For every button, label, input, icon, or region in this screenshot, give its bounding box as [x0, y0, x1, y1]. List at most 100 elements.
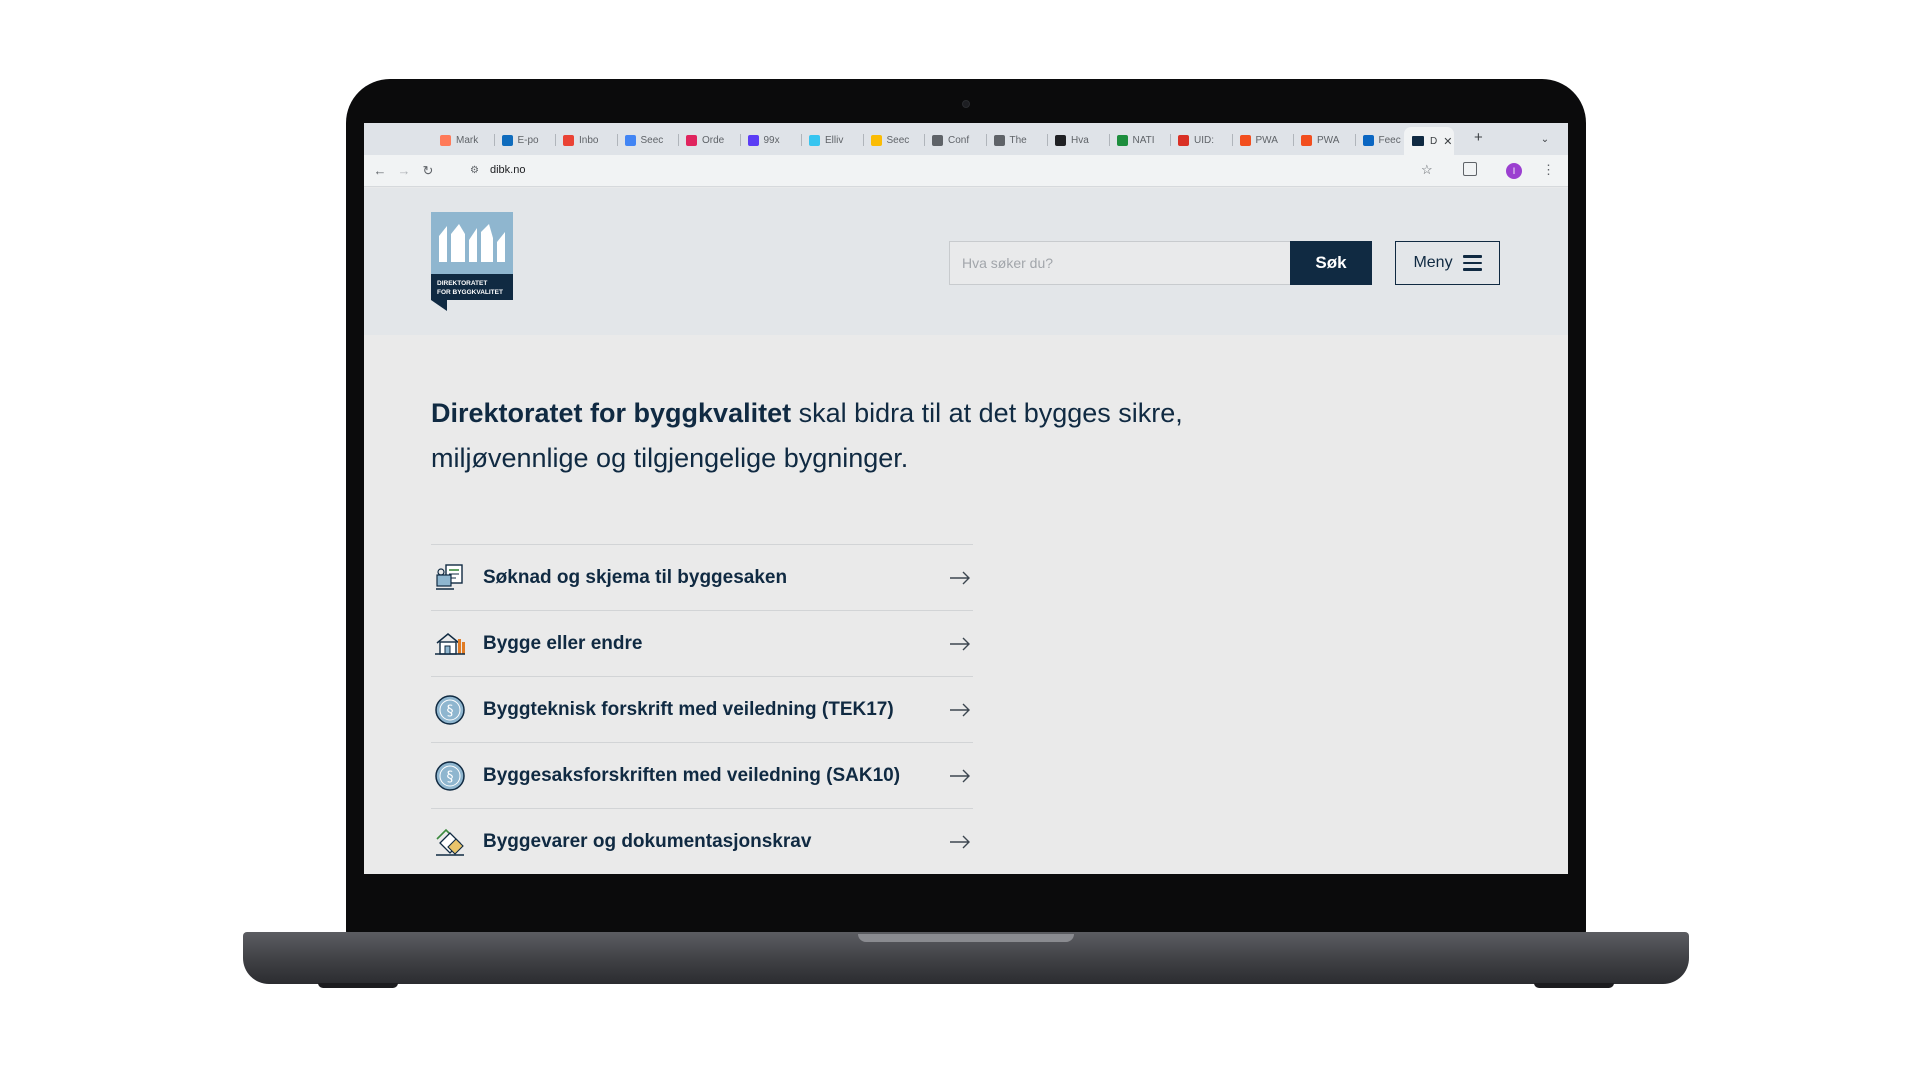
tab-title: Seec	[886, 134, 910, 146]
tab-title: Conf	[948, 134, 970, 146]
dibk-logo[interactable]: DIREKTORATET FOR BYGGKVALITET	[431, 212, 513, 311]
tab-separator	[1047, 134, 1048, 146]
search-button[interactable]: Søk	[1290, 241, 1372, 285]
browser-tab[interactable]: 99x	[747, 131, 796, 149]
arrow-right-icon	[950, 703, 970, 716]
browser-toolbar: ← → ↻ ⚙ dibk.no ☆ I ⋮	[364, 155, 1568, 187]
tab-title: E-po	[517, 134, 539, 146]
laptop-foot-left	[318, 983, 398, 988]
menu-button[interactable]: Meny	[1395, 241, 1500, 285]
tab-search-icon[interactable]: ⌄	[1536, 131, 1554, 149]
site-info-icon[interactable]: ⚙	[470, 165, 479, 176]
svg-text:§: §	[447, 703, 454, 719]
intro-strong: Direktoratet for byggkvalitet	[431, 398, 792, 428]
link-label: Byggteknisk forskrift med veiledning (TE…	[483, 698, 894, 720]
browser-tab[interactable]: NATI	[1116, 131, 1165, 149]
screen: Mark E-po Inbo Seec Orde 99x Elliv Seec Conf The H…	[364, 123, 1568, 874]
browser-tab[interactable]: Orde	[686, 131, 734, 149]
browser-tab[interactable]: The	[993, 131, 1042, 149]
menu-button-label: Meny	[1413, 254, 1453, 271]
arrow-right-icon	[950, 637, 970, 650]
svg-text:§: §	[447, 769, 454, 785]
browser-tab[interactable]: E-po	[501, 131, 550, 149]
dibk-favicon	[1412, 136, 1424, 146]
browser-tab[interactable]: PWA	[1239, 131, 1288, 149]
tab-favicon	[932, 134, 943, 146]
web-page: DIREKTORATET FOR BYGGKVALITET Søk Meny D…	[364, 188, 1568, 874]
link-byggevarer[interactable]: Byggevarer og dokumentasjonskrav	[431, 808, 973, 874]
quick-links: Søknad og skjema til byggesaken Bygge el…	[431, 544, 973, 874]
tab-separator	[1354, 134, 1356, 146]
tab-separator	[924, 134, 925, 146]
browser-tab[interactable]: Seec	[870, 131, 919, 149]
link-label: Byggevarer og dokumentasjonskrav	[483, 830, 812, 852]
forward-icon[interactable]: →	[396, 163, 412, 179]
browser-tab[interactable]: Mark	[440, 131, 488, 149]
back-icon[interactable]: ←	[372, 163, 388, 179]
tab-title: 99x	[763, 134, 780, 146]
tab-favicon	[870, 134, 882, 146]
browser-tab[interactable]: Elliv	[809, 131, 857, 149]
extensions-icon[interactable]	[1463, 162, 1477, 176]
reload-icon[interactable]: ↻	[420, 163, 436, 179]
tab-favicon	[440, 134, 451, 146]
tab-favicon	[1301, 134, 1312, 146]
tab-title: NATI	[1132, 134, 1155, 146]
browser-menu-icon[interactable]: ⋮	[1542, 162, 1555, 178]
tab-title: PWA	[1317, 134, 1340, 146]
browser-tab[interactable]: Inbo	[563, 131, 611, 149]
site-header: DIREKTORATET FOR BYGGKVALITET Søk Meny	[364, 188, 1568, 335]
tab-title: Mark	[456, 134, 479, 146]
browser-tab[interactable]: UID:	[1178, 131, 1226, 149]
tab-title: Feec	[1378, 134, 1401, 146]
tab-separator	[678, 134, 679, 146]
tab-separator	[1108, 134, 1110, 146]
browser-tab[interactable]: Hva	[1055, 131, 1103, 149]
link-label: Byggesaksforskriften med veiledning (SAK…	[483, 764, 901, 786]
tab-separator	[862, 134, 864, 146]
active-tab[interactable]: D ✕	[1404, 127, 1454, 155]
tab-separator	[555, 134, 556, 146]
house-icon	[433, 627, 467, 661]
active-tab-title: D	[1430, 135, 1438, 147]
tab-title: PWA	[1255, 134, 1278, 146]
paragraph-icon: §	[433, 759, 467, 793]
browser-tab[interactable]: PWA	[1301, 131, 1349, 149]
link-label: Bygge eller endre	[483, 632, 643, 654]
tab-separator	[739, 134, 741, 146]
tab-title: Orde	[702, 134, 725, 146]
laptop-base-notch	[858, 934, 1074, 942]
link-bygge[interactable]: Bygge eller endre	[431, 610, 973, 676]
address-bar[interactable]: ⚙ dibk.no	[468, 159, 1498, 183]
search-input[interactable]	[949, 241, 1290, 285]
tab-favicon	[1362, 134, 1374, 146]
webcam	[962, 100, 970, 108]
browser-tab[interactable]: Feec	[1362, 131, 1411, 149]
link-soknad[interactable]: Søknad og skjema til byggesaken	[431, 544, 973, 610]
close-tab-icon[interactable]: ✕	[1443, 135, 1452, 148]
link-tek17[interactable]: § Byggteknisk forskrift med veiledning (…	[431, 676, 973, 742]
application-form-icon	[433, 561, 467, 595]
tab-favicon	[1055, 134, 1066, 146]
bookmark-star-icon[interactable]: ☆	[1421, 162, 1433, 178]
tab-title: Elliv	[825, 134, 844, 146]
tab-separator	[1231, 134, 1233, 146]
tab-separator	[801, 134, 802, 146]
tab-favicon	[809, 134, 820, 146]
arrow-right-icon	[950, 835, 970, 848]
url-text: dibk.no	[490, 164, 526, 176]
arrow-right-icon	[950, 769, 970, 782]
tab-favicon	[563, 134, 574, 146]
new-tab-button[interactable]: +	[1474, 129, 1483, 146]
tab-favicon	[993, 134, 1005, 146]
tab-favicon	[1178, 134, 1189, 146]
arrow-right-icon	[950, 571, 970, 584]
profile-avatar[interactable]: I	[1506, 163, 1522, 179]
logo-line-1: DIREKTORATET	[437, 280, 487, 287]
browser-tab[interactable]: Seec	[624, 131, 673, 149]
logo-line-2: FOR BYGGKVALITET	[437, 289, 503, 296]
tab-separator	[985, 134, 987, 146]
browser-tab[interactable]: Conf	[932, 131, 980, 149]
link-sak10[interactable]: § Byggesaksforskriften med veiledning (S…	[431, 742, 973, 808]
hamburger-icon	[1462, 255, 1482, 271]
